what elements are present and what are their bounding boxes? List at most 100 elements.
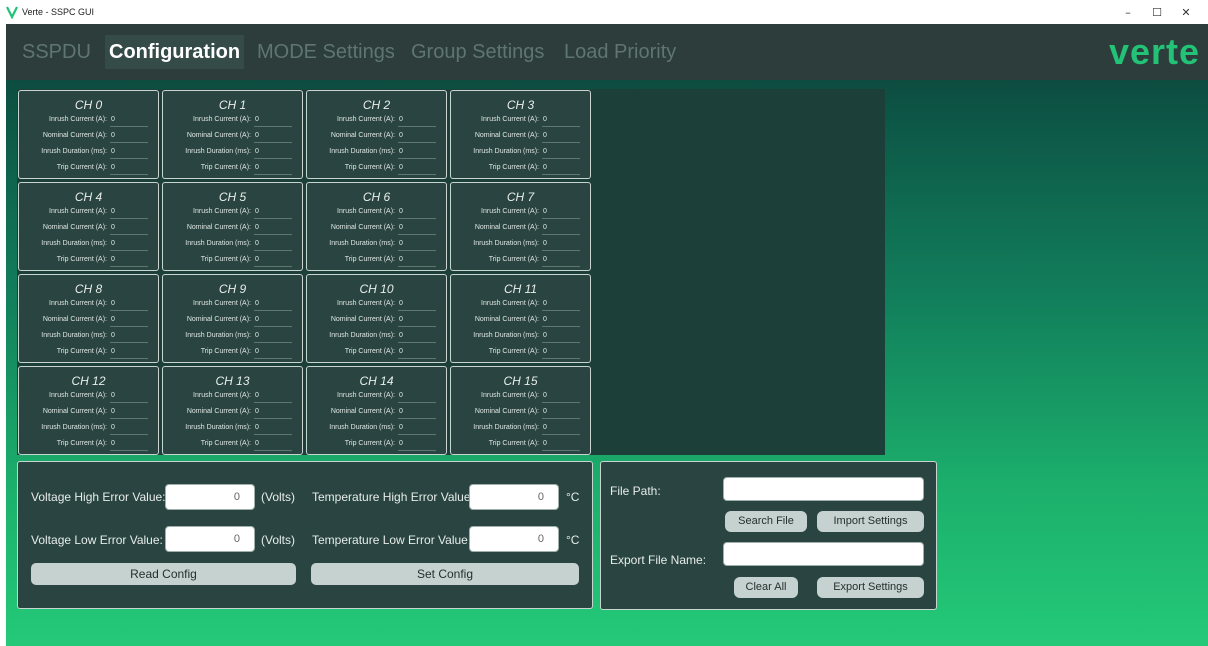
value-underline: [254, 418, 292, 419]
nominal-current-value[interactable]: 0: [111, 129, 115, 143]
trip-current-value[interactable]: 0: [399, 161, 403, 175]
nominal-current-value[interactable]: 0: [543, 129, 547, 143]
inrush-current-value[interactable]: 0: [111, 297, 115, 311]
nominal-current-value[interactable]: 0: [255, 405, 259, 419]
inrush-duration-value[interactable]: 0: [543, 329, 547, 343]
inrush-duration-value[interactable]: 0: [111, 145, 115, 159]
tab-mode-settings[interactable]: MODE Settings: [253, 35, 399, 69]
trip-current-value[interactable]: 0: [543, 253, 547, 267]
value-underline: [542, 342, 580, 343]
trip-current-value[interactable]: 0: [399, 253, 403, 267]
nominal-current-value[interactable]: 0: [543, 313, 547, 327]
tab-sspdu[interactable]: SSPDU: [18, 35, 95, 69]
clear-all-button[interactable]: Clear All: [734, 577, 798, 598]
trip-current-value[interactable]: 0: [255, 345, 259, 359]
nominal-current-value[interactable]: 0: [255, 313, 259, 327]
inrush-current-value[interactable]: 0: [255, 297, 259, 311]
trip-current-value[interactable]: 0: [111, 253, 115, 267]
nominal-current-value[interactable]: 0: [399, 313, 403, 327]
trip-current-value[interactable]: 0: [543, 437, 547, 451]
inrush-duration-value[interactable]: 0: [111, 421, 115, 435]
channel-card: CH 6 Inrush Current (A): 0 Nominal Current …: [306, 182, 447, 271]
trip-current-value[interactable]: 0: [543, 345, 547, 359]
inrush-duration-value[interactable]: 0: [255, 145, 259, 159]
nominal-current-label: Nominal Current (A):: [474, 316, 539, 323]
nominal-current-value[interactable]: 0: [255, 221, 259, 235]
temp-low-input[interactable]: 0: [469, 526, 559, 552]
close-icon[interactable]: ✕: [1172, 0, 1200, 24]
inrush-current-row: Inrush Current (A): 0: [19, 389, 158, 403]
nominal-current-label: Nominal Current (A):: [42, 224, 107, 231]
trip-current-label: Trip Current (A):: [344, 440, 395, 447]
trip-current-label: Trip Current (A):: [488, 256, 539, 263]
inrush-duration-value[interactable]: 0: [399, 421, 403, 435]
inrush-current-value[interactable]: 0: [255, 205, 259, 219]
nominal-current-value[interactable]: 0: [399, 129, 403, 143]
inrush-duration-value[interactable]: 0: [255, 329, 259, 343]
export-settings-button[interactable]: Export Settings: [817, 577, 924, 598]
maximize-icon[interactable]: ☐: [1143, 0, 1171, 24]
nominal-current-value[interactable]: 0: [111, 313, 115, 327]
nominal-current-value[interactable]: 0: [255, 129, 259, 143]
tab-group-settings[interactable]: Group Settings: [407, 35, 548, 69]
inrush-duration-value[interactable]: 0: [399, 145, 403, 159]
inrush-current-value[interactable]: 0: [255, 389, 259, 403]
voltage-high-input[interactable]: 0: [165, 484, 255, 510]
import-settings-button[interactable]: Import Settings: [817, 511, 924, 532]
nominal-current-value[interactable]: 0: [399, 405, 403, 419]
nominal-current-value[interactable]: 0: [399, 221, 403, 235]
inrush-duration-value[interactable]: 0: [111, 237, 115, 251]
inrush-duration-value[interactable]: 0: [543, 145, 547, 159]
inrush-current-value[interactable]: 0: [543, 113, 547, 127]
trip-current-value[interactable]: 0: [255, 437, 259, 451]
inrush-current-value[interactable]: 0: [111, 389, 115, 403]
nominal-current-value[interactable]: 0: [543, 221, 547, 235]
inrush-current-value[interactable]: 0: [543, 297, 547, 311]
trip-current-value[interactable]: 0: [111, 437, 115, 451]
nominal-current-value[interactable]: 0: [111, 405, 115, 419]
tab-configuration[interactable]: Configuration: [105, 35, 245, 69]
inrush-current-value[interactable]: 0: [543, 205, 547, 219]
read-config-button[interactable]: Read Config: [31, 563, 296, 585]
inrush-current-value[interactable]: 0: [255, 113, 259, 127]
inrush-current-label: Inrush Current (A):: [337, 392, 395, 399]
trip-current-value[interactable]: 0: [399, 345, 403, 359]
tab-load-priority[interactable]: Load Priority: [560, 35, 680, 69]
trip-current-value[interactable]: 0: [255, 253, 259, 267]
inrush-duration-value[interactable]: 0: [111, 329, 115, 343]
nominal-current-value[interactable]: 0: [111, 221, 115, 235]
inrush-current-value[interactable]: 0: [543, 389, 547, 403]
inrush-duration-value[interactable]: 0: [399, 237, 403, 251]
inrush-current-value[interactable]: 0: [399, 205, 403, 219]
inrush-duration-value[interactable]: 0: [255, 421, 259, 435]
trip-current-value[interactable]: 0: [543, 161, 547, 175]
inrush-current-value[interactable]: 0: [399, 113, 403, 127]
inrush-duration-value[interactable]: 0: [543, 237, 547, 251]
inrush-current-label: Inrush Current (A):: [481, 300, 539, 307]
voltage-low-input[interactable]: 0: [165, 526, 255, 552]
inrush-duration-value[interactable]: 0: [399, 329, 403, 343]
set-config-button[interactable]: Set Config: [311, 563, 579, 585]
nominal-current-value[interactable]: 0: [543, 405, 547, 419]
trip-current-value[interactable]: 0: [111, 345, 115, 359]
search-file-button[interactable]: Search File: [725, 511, 807, 532]
minimize-icon[interactable]: –: [1114, 0, 1142, 24]
inrush-current-row: Inrush Current (A): 0: [451, 389, 590, 403]
value-underline: [542, 250, 580, 251]
inrush-current-value[interactable]: 0: [399, 389, 403, 403]
inrush-current-value[interactable]: 0: [111, 113, 115, 127]
nominal-current-label: Nominal Current (A):: [42, 316, 107, 323]
export-name-input[interactable]: [723, 542, 924, 566]
inrush-current-value[interactable]: 0: [111, 205, 115, 219]
temp-high-input[interactable]: 0: [469, 484, 559, 510]
inrush-current-value[interactable]: 0: [399, 297, 403, 311]
file-path-input[interactable]: [723, 477, 924, 501]
nominal-current-label: Nominal Current (A):: [474, 132, 539, 139]
value-underline: [254, 450, 292, 451]
trip-current-value[interactable]: 0: [255, 161, 259, 175]
value-underline: [398, 326, 436, 327]
inrush-duration-value[interactable]: 0: [543, 421, 547, 435]
inrush-duration-value[interactable]: 0: [255, 237, 259, 251]
trip-current-value[interactable]: 0: [111, 161, 115, 175]
trip-current-value[interactable]: 0: [399, 437, 403, 451]
